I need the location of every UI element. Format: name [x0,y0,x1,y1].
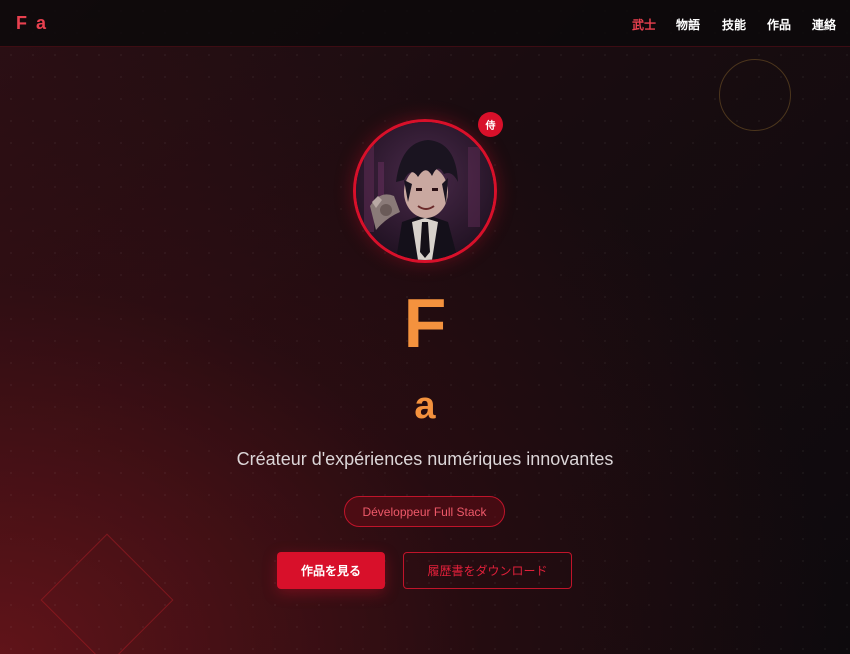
nav-item-samurai[interactable]: 武士 [632,16,656,33]
hero-name-main: F [403,284,447,362]
download-resume-button[interactable]: 履歴書をダウンロード [403,552,572,589]
role-pill: Développeur Full Stack [344,496,505,527]
avatar-portrait-image [356,122,494,260]
nav-item-skills[interactable]: 技能 [722,16,746,33]
nav-item-contact[interactable]: 連絡 [812,16,836,33]
nav-item-works[interactable]: 作品 [767,16,791,33]
hero-tagline: Créateur d'expériences numériques innova… [236,449,614,469]
view-works-button[interactable]: 作品を見る [277,552,385,589]
navbar: F a 武士 物語 技能 作品 連絡 [0,0,850,47]
nav-item-story[interactable]: 物語 [676,16,700,33]
samurai-badge: 侍 [478,112,503,137]
site-logo[interactable]: F a [16,13,48,34]
hero-name-sub: a [414,385,436,427]
avatar [353,119,497,263]
decorative-circle [719,59,791,131]
